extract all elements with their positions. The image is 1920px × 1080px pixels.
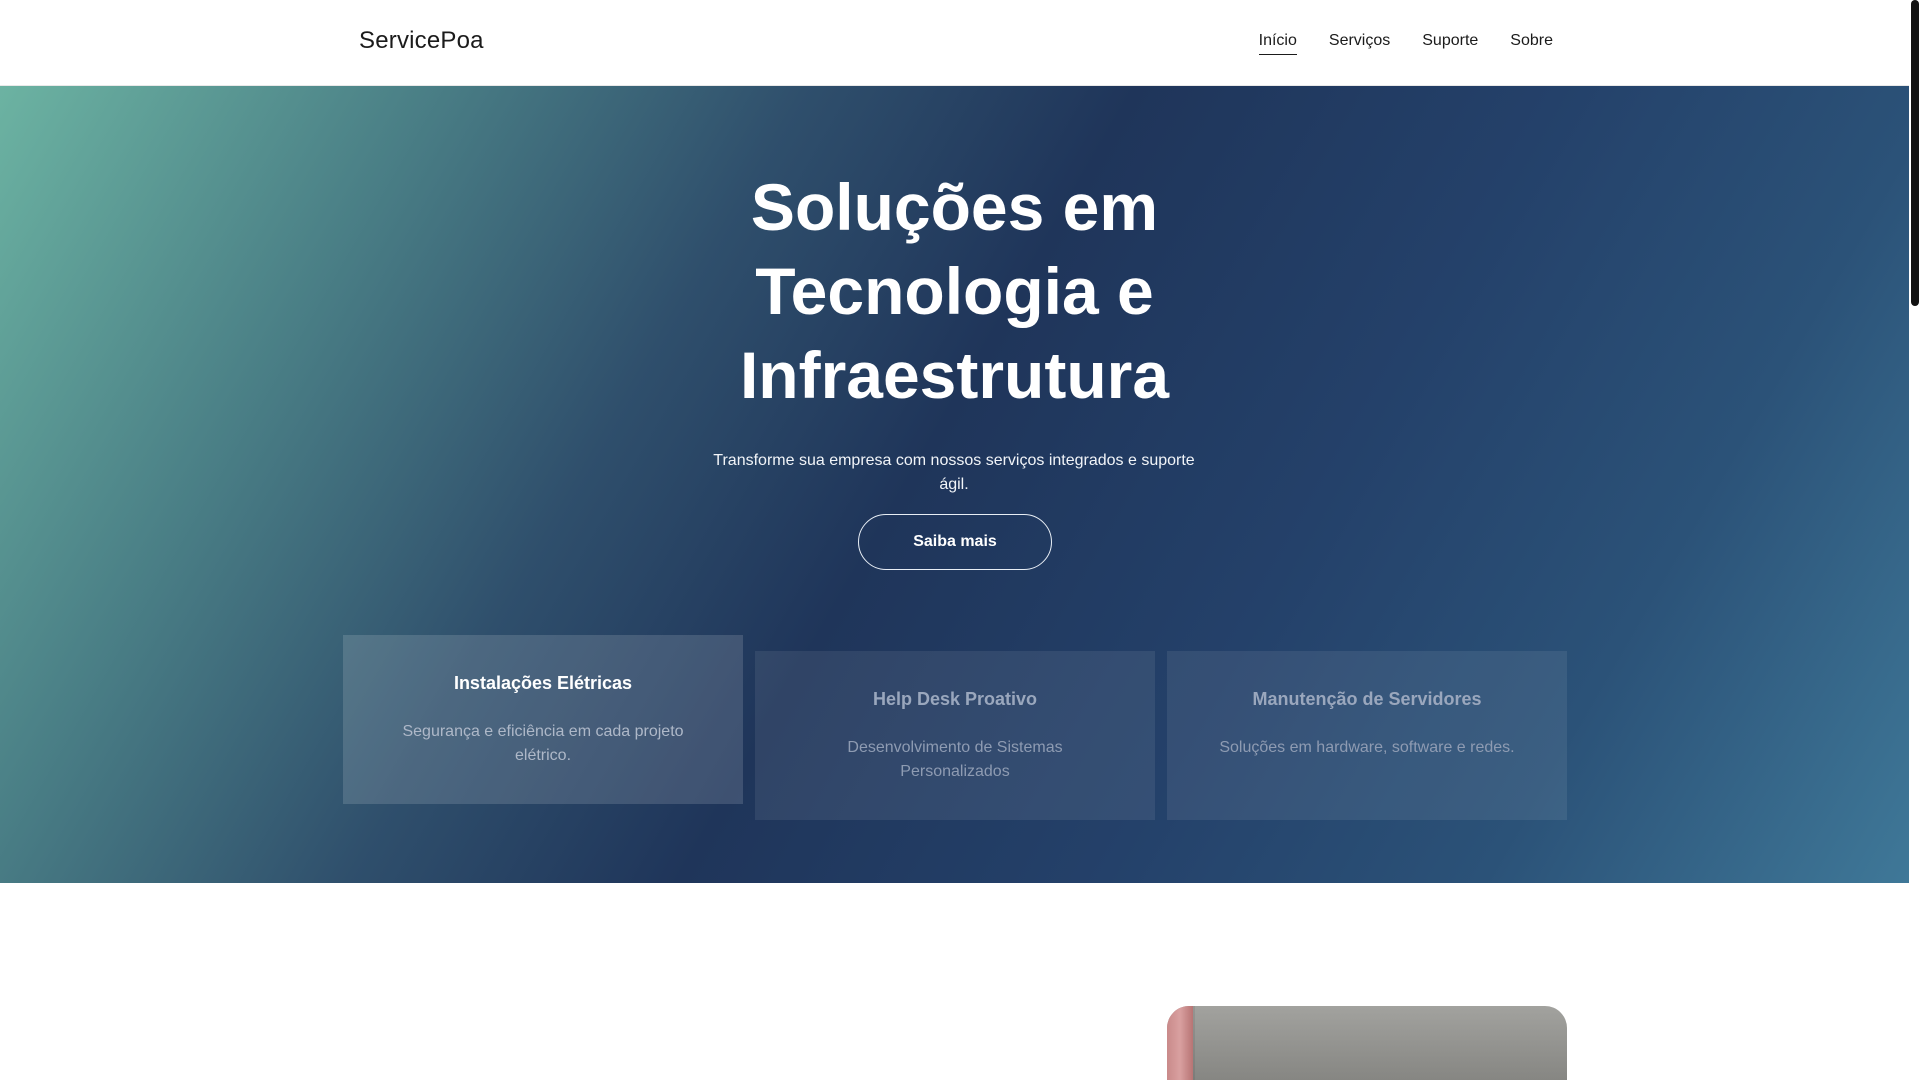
nav-item-sobre[interactable]: Sobre (1510, 32, 1553, 55)
nav-item-servicos[interactable]: Serviços (1329, 32, 1390, 55)
saiba-mais-button[interactable]: Saiba mais (858, 514, 1052, 570)
hero-title-line-3: Infraestrutura (739, 338, 1170, 412)
main-nav: Início Serviços Suporte Sobre (1258, 32, 1553, 55)
card-title: Instalações Elétricas (453, 673, 633, 693)
card-text: Soluções em hardware, software e redes. (1219, 739, 1515, 756)
hero-title-line-2: Tecnologia e (755, 254, 1154, 328)
brand-logo[interactable]: ServicePoa (359, 27, 484, 55)
photo-wall-texture (1193, 1006, 1567, 1080)
site-header: ServicePoa Início Serviços Suporte Sobre (0, 0, 1909, 86)
nav-item-suporte[interactable]: Suporte (1422, 32, 1478, 55)
card-title: Help Desk Proativo (872, 689, 1038, 709)
scrollbar-thumb[interactable] (1911, 0, 1919, 306)
service-card-instalacoes-eletricas[interactable]: Instalações Elétricas Segurança e eficiê… (343, 635, 743, 804)
card-text: Segurança e eficiência em cada projeto e… (402, 723, 684, 764)
card-text: Desenvolvimento de Sistemas Personalizad… (847, 739, 1063, 780)
service-card-help-desk[interactable]: Help Desk Proativo Desenvolvimento de Si… (755, 651, 1155, 820)
hero-subtitle: Transforme sua empresa com nossos serviç… (713, 452, 1195, 493)
vertical-scrollbar[interactable] (1909, 0, 1920, 1080)
page: ServicePoa Início Serviços Suporte Sobre… (0, 0, 1909, 1080)
hero-title-line-1: Soluções em (750, 170, 1159, 244)
nav-item-inicio[interactable]: Início (1258, 32, 1297, 55)
section-photo (1167, 1006, 1567, 1080)
hero-title: Soluções em Tecnologia e Infraestrutura (0, 165, 1909, 417)
photo-pipe-stripe (1167, 1006, 1193, 1080)
service-card-manutencao-servidores[interactable]: Manutenção de Servidores Soluções em har… (1167, 651, 1567, 820)
hero-section: Soluções em Tecnologia e Infraestrutura … (0, 86, 1909, 883)
card-title: Manutenção de Servidores (1252, 689, 1482, 709)
browser-viewport: ServicePoa Início Serviços Suporte Sobre… (0, 0, 1920, 1080)
